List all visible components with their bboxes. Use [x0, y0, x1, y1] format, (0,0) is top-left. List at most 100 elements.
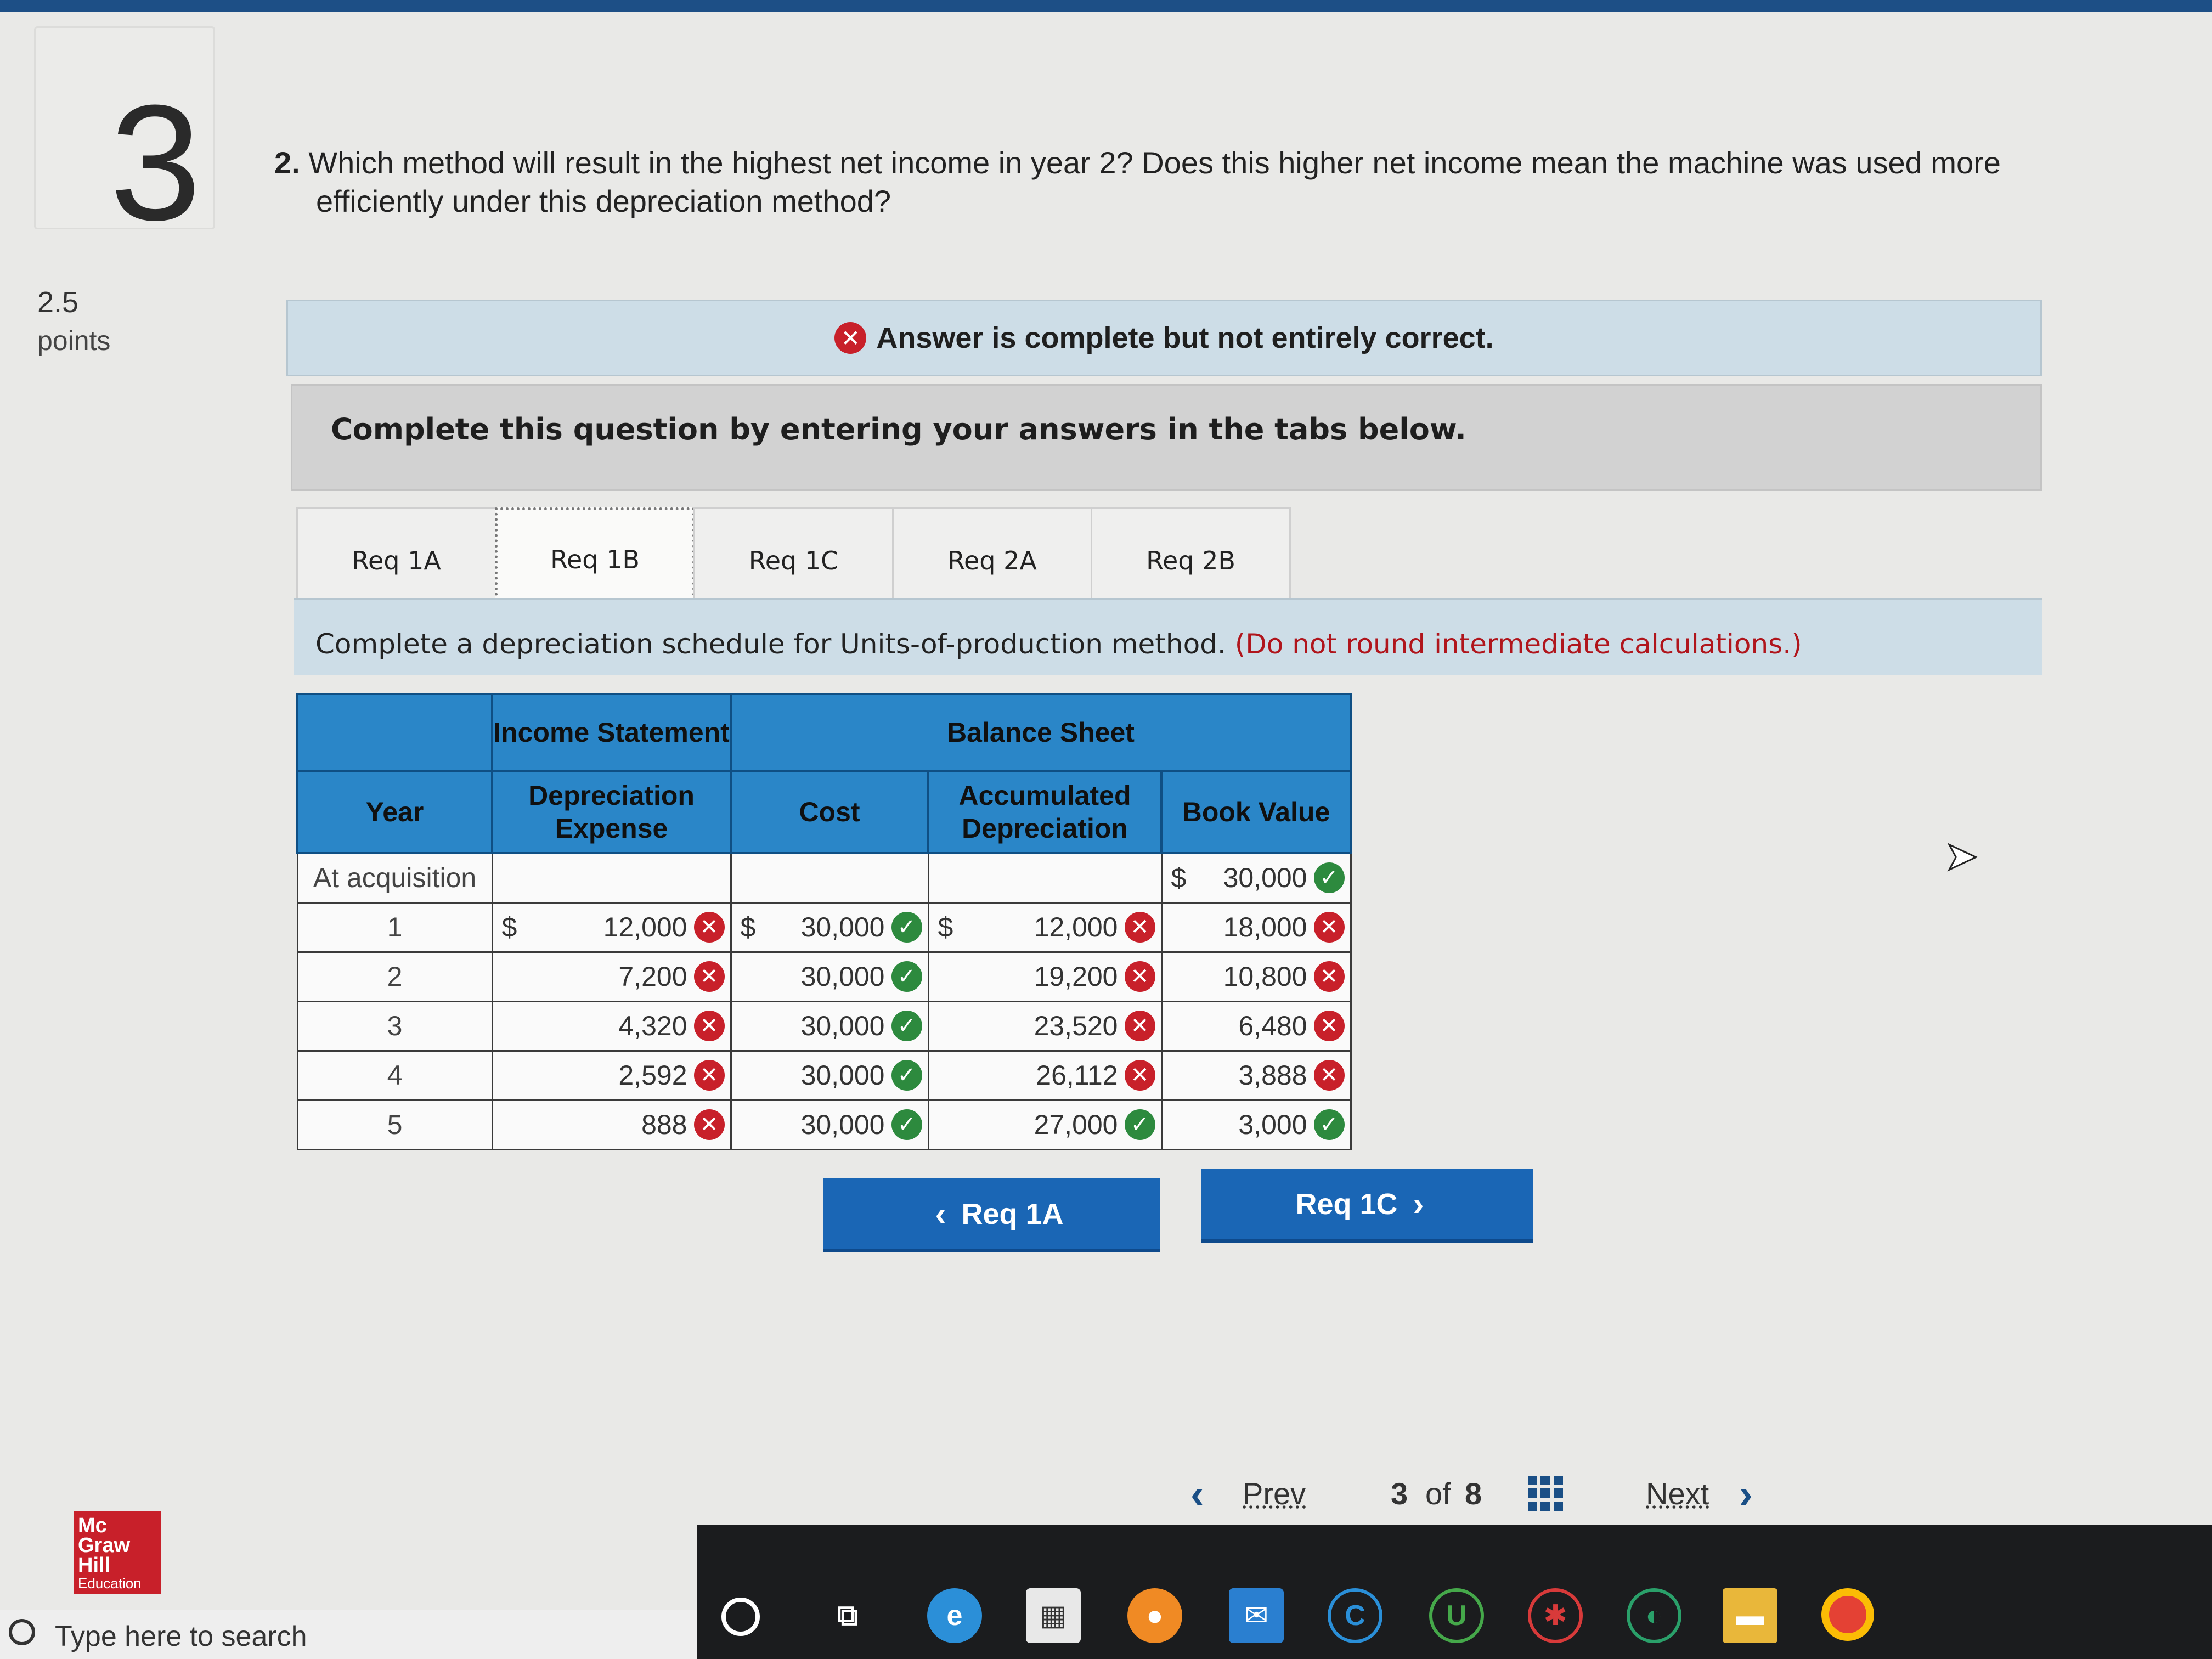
accumulated-depreciation-input[interactable]: 26,112	[1036, 1059, 1118, 1091]
instructions-banner: Complete this question by entering your …	[291, 384, 2042, 491]
cost-cell: 30,000 ✓	[730, 1049, 929, 1101]
cost-input[interactable]: 30,000	[801, 961, 885, 992]
book-value-input[interactable]: 3,000	[1238, 1109, 1307, 1141]
header-cost: Cost	[730, 770, 929, 854]
app-icon-red[interactable]: ✱	[1528, 1588, 1583, 1643]
panel-note: (Do not round intermediate calculations.…	[1234, 628, 1802, 660]
next-link[interactable]: Next	[1646, 1476, 1709, 1511]
depreciation-expense-input[interactable]: 7,200	[618, 961, 687, 992]
book-value-cell: 3,888 ✕	[1160, 1049, 1352, 1101]
pager-of: of	[1425, 1476, 1451, 1511]
x-circle-icon: ✕	[1124, 961, 1155, 992]
feedback-text: Answer is complete but not entirely corr…	[876, 321, 1494, 354]
year-cell: 5	[296, 1099, 493, 1150]
tab-req-2b[interactable]: Req 2B	[1091, 507, 1291, 612]
cost-input[interactable]: 30,000	[801, 1059, 885, 1091]
edge-icon[interactable]: e	[927, 1588, 982, 1643]
accumulated-depreciation-cell: 26,112 ✕	[927, 1049, 1163, 1101]
currency-symbol: $	[740, 912, 756, 943]
next-chevron-icon[interactable]: ›	[1739, 1470, 1753, 1517]
year-cell: 1	[296, 901, 493, 953]
points-value: 2.5	[37, 286, 79, 319]
search-icon	[9, 1619, 35, 1645]
book-value-input[interactable]: 3,888	[1238, 1059, 1307, 1091]
question-number: 3	[110, 70, 201, 255]
table-row: 1 $12,000 ✕ $30,000 ✓ $12,000 ✕ 18,000 ✕	[296, 901, 1352, 953]
book-value-input[interactable]: 10,800	[1223, 961, 1307, 992]
tab-req-1c[interactable]: Req 1C	[693, 507, 894, 612]
store-icon[interactable]: ▦	[1026, 1588, 1081, 1643]
app-icon-c[interactable]: C	[1328, 1588, 1383, 1643]
book-value-input[interactable]: 6,480	[1238, 1010, 1307, 1042]
pager-total: 8	[1465, 1476, 1482, 1511]
check-circle-icon: ✓	[1124, 1109, 1155, 1140]
accumulated-depreciation-cell: 19,200 ✕	[927, 951, 1163, 1002]
accumulated-depreciation-input[interactable]: 12,000	[1034, 911, 1118, 943]
depreciation-expense-input[interactable]: 2,592	[618, 1059, 687, 1091]
prompt-line-2: efficiently under this depreciation meth…	[316, 184, 891, 218]
prev-tab-button[interactable]: ‹ Req 1A	[823, 1178, 1160, 1252]
cost-input[interactable]: 30,000	[801, 911, 885, 943]
year-cell: At acquisition	[296, 852, 493, 904]
cost-cell: $30,000 ✓	[730, 901, 929, 953]
mcgraw-hill-logo: Mc Graw Hill Education	[74, 1511, 161, 1594]
currency-symbol: $	[501, 912, 517, 943]
app-icon-green[interactable]: ◐	[1627, 1588, 1681, 1643]
prev-chevron-icon[interactable]: ‹	[1190, 1470, 1204, 1517]
tab-req-2a[interactable]: Req 2A	[892, 507, 1092, 612]
cost-cell: 30,000 ✓	[730, 1000, 929, 1052]
top-bar	[0, 0, 2212, 12]
mail-icon[interactable]: ✉	[1229, 1588, 1284, 1643]
feedback-banner: ✕ Answer is complete but not entirely co…	[286, 300, 2042, 376]
app-icon-u[interactable]: U	[1429, 1588, 1484, 1643]
accumulated-depreciation-input[interactable]: 27,000	[1034, 1109, 1118, 1141]
accumulated-depreciation-input[interactable]: 23,520	[1034, 1010, 1118, 1042]
book-value-input[interactable]: 30,000	[1223, 862, 1307, 894]
file-explorer-icon[interactable]: ▬	[1723, 1588, 1778, 1643]
cost-input[interactable]: 30,000	[801, 1109, 885, 1141]
book-value-input[interactable]: 18,000	[1223, 911, 1307, 943]
header-accumulated-depreciation: Accumulated Depreciation	[927, 770, 1163, 854]
check-circle-icon: ✓	[891, 1060, 922, 1091]
cost-input[interactable]: 30,000	[801, 1010, 885, 1042]
logo-line-1: Mc	[78, 1514, 107, 1537]
x-circle-icon: ✕	[1313, 912, 1345, 943]
next-tab-button[interactable]: Req 1C ›	[1201, 1169, 1533, 1243]
question-grid-icon[interactable]	[1528, 1476, 1563, 1511]
header-year: Year	[296, 770, 493, 854]
depreciation-expense-input[interactable]: 12,000	[603, 911, 687, 943]
year-cell: 4	[296, 1049, 493, 1101]
depreciation-expense-cell: 4,320 ✕	[491, 1000, 732, 1052]
tab-panel-heading: Complete a depreciation schedule for Uni…	[294, 598, 2042, 675]
x-circle-icon: ✕	[834, 322, 867, 354]
task-view-icon[interactable]: ⧉	[820, 1588, 875, 1643]
depreciation-schedule-table: Income Statement Balance Sheet Year Depr…	[296, 693, 1352, 1150]
app-icon-1[interactable]: ●	[1127, 1588, 1182, 1643]
table-row: 4 2,592 ✕ 30,000 ✓ 26,112 ✕ 3,888 ✕	[296, 1049, 1352, 1101]
header-balance-sheet: Balance Sheet	[730, 693, 1352, 772]
depreciation-expense-input[interactable]: 888	[641, 1109, 687, 1141]
depreciation-expense-input[interactable]: 4,320	[618, 1010, 687, 1042]
accumulated-depreciation-input[interactable]: 19,200	[1034, 961, 1118, 992]
taskbar-search-input[interactable]: Type here to search	[0, 1610, 697, 1659]
depreciation-expense-cell: 2,592 ✕	[491, 1049, 732, 1101]
prev-link[interactable]: Prev	[1243, 1476, 1306, 1511]
table-row: 3 4,320 ✕ 30,000 ✓ 23,520 ✕ 6,480 ✕	[296, 1000, 1352, 1052]
book-value-cell: $30,000 ✓	[1160, 852, 1352, 904]
x-circle-icon: ✕	[1124, 1011, 1155, 1041]
points-label: points	[37, 325, 111, 356]
cortana-icon[interactable]	[721, 1598, 760, 1636]
table-row: 2 7,200 ✕ 30,000 ✓ 19,200 ✕ 10,800 ✕	[296, 951, 1352, 1002]
accumulated-depreciation-cell: 27,000 ✓	[927, 1099, 1163, 1150]
chrome-icon[interactable]	[1821, 1588, 1874, 1641]
depreciation-expense-cell: 888 ✕	[491, 1099, 732, 1150]
tab-req-1a[interactable]: Req 1A	[296, 507, 496, 612]
depreciation-expense-cell: 7,200 ✕	[491, 951, 732, 1002]
prompt-line-1: Which method will result in the highest …	[308, 145, 2001, 180]
x-circle-icon: ✕	[1124, 912, 1155, 943]
cost-cell: 30,000 ✓	[730, 1099, 929, 1150]
tab-req-1b[interactable]: Req 1B	[495, 507, 695, 612]
header-depreciation-expense: Depreciation Expense	[491, 770, 732, 854]
logo-line-3: Hill	[78, 1554, 111, 1577]
chevron-right-icon: ›	[1413, 1186, 1424, 1222]
